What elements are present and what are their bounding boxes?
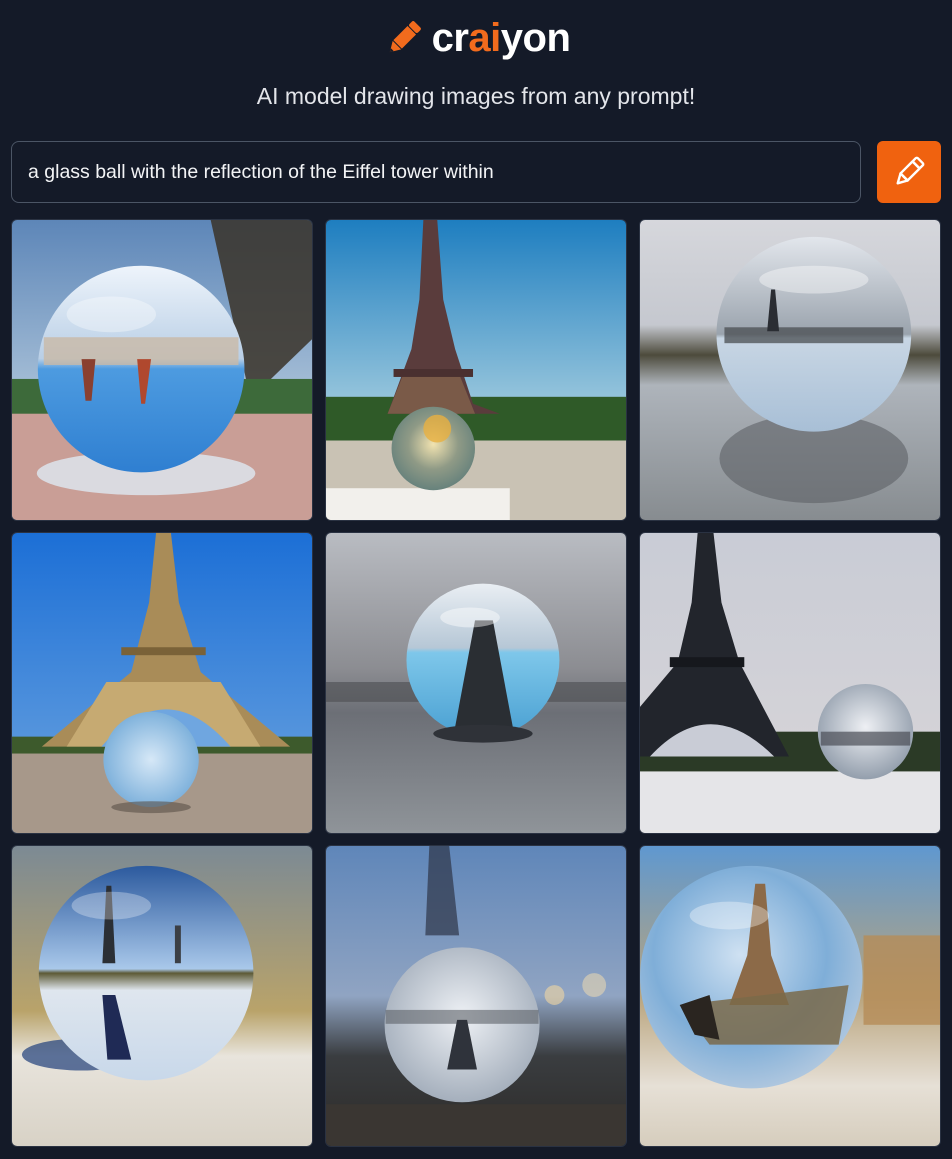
result-image-9[interactable] [639, 845, 941, 1147]
result-image-1[interactable] [11, 219, 313, 521]
draw-button[interactable] [877, 141, 941, 203]
prompt-input[interactable] [11, 141, 861, 203]
pencil-icon [389, 21, 421, 53]
glass-ball-image [12, 846, 312, 1146]
eiffel-tower-image [326, 220, 626, 520]
eiffel-tower-image [640, 533, 940, 833]
glass-ball-image [326, 533, 626, 833]
glass-ball-image [640, 846, 940, 1146]
brand-suffix: yon [500, 16, 571, 60]
result-image-7[interactable] [11, 845, 313, 1147]
results-grid [11, 219, 941, 1149]
tagline: AI model drawing images from any prompt! [256, 83, 696, 109]
glass-ball-image [640, 220, 940, 520]
result-image-5[interactable] [325, 532, 627, 834]
brand-accent: ai [468, 16, 501, 60]
brand-prefix: cr [431, 16, 469, 60]
eiffel-tower-image [12, 533, 312, 833]
result-image-8[interactable] [325, 845, 627, 1147]
glass-ball-image [326, 846, 626, 1146]
result-image-3[interactable] [639, 219, 941, 521]
result-image-6[interactable] [639, 532, 941, 834]
glass-ball-image [12, 220, 312, 520]
result-image-4[interactable] [11, 532, 313, 834]
result-image-2[interactable] [325, 219, 627, 521]
brand-name: craiyon [432, 12, 571, 64]
pencil-icon [896, 156, 925, 185]
craiyon-app: craiyon AI model drawing images from any… [0, 0, 952, 1159]
brand-logo[interactable]: craiyon [0, 12, 952, 64]
